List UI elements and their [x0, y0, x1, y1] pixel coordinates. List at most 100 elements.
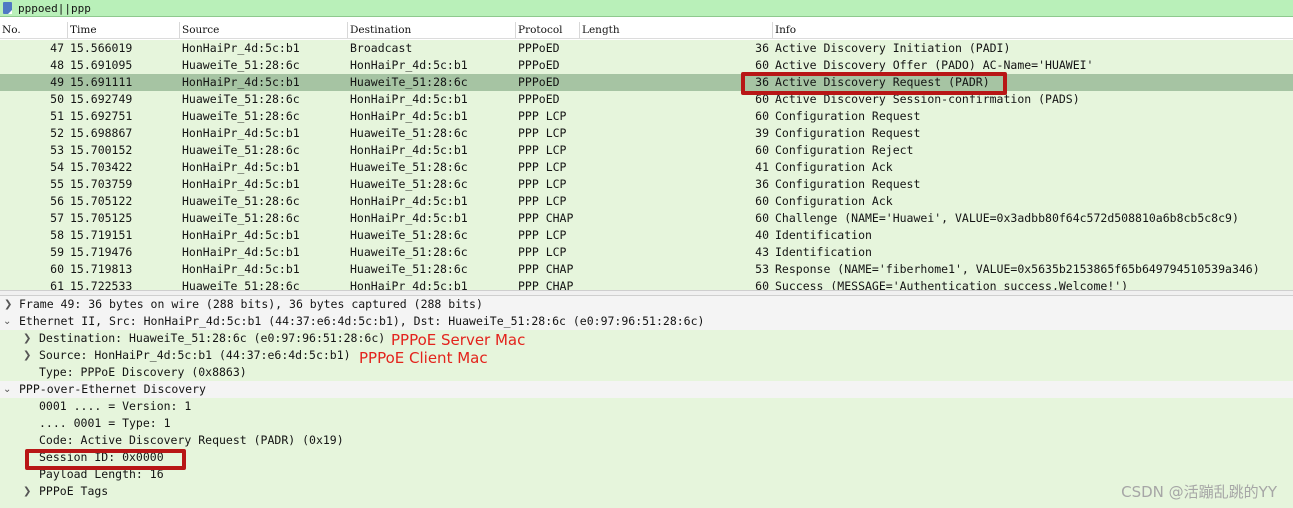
packet-list[interactable]: 47 15.566019 HonHaiPr_4d:5c:b1 Broadcast PPP…: [0, 40, 1293, 290]
packet-info: Active Discovery Initiation (PADI): [775, 41, 1011, 55]
packet-destination: HonHaiPr_4d:5c:b1: [350, 58, 468, 72]
watermark: CSDN @活蹦乱跳的YY: [1121, 483, 1277, 501]
chevron-down-icon[interactable]: ⌄: [3, 313, 11, 330]
display-filter-input[interactable]: pppoed||ppp: [18, 1, 91, 16]
packet-row[interactable]: 48 15.691095 HuaweiTe_51:28:6c HonHaiPr_4d:…: [0, 57, 1293, 74]
packet-time: 15.719813: [70, 262, 133, 276]
packet-time: 15.691111: [70, 75, 133, 89]
tree-item-eth-type-label: Type: PPPoE Discovery (0x8863): [39, 365, 247, 379]
packet-length: 40: [755, 228, 769, 242]
tree-item-code-label: Code: Active Discovery Request (PADR) (0…: [39, 433, 344, 447]
tree-item-pppoe-tags[interactable]: ❯ PPPoE Tags: [0, 483, 1293, 508]
packet-row[interactable]: 59 15.719476 HonHaiPr_4d:5c:b1 HuaweiTe_51:…: [0, 244, 1293, 261]
tree-item-payload-length[interactable]: Payload Length: 16: [0, 466, 1293, 483]
packet-row[interactable]: 49 15.691111 HonHaiPr_4d:5c:b1 HuaweiTe_51:…: [0, 74, 1293, 91]
packet-row[interactable]: 51 15.692751 HuaweiTe_51:28:6c HonHaiPr_4d:…: [0, 108, 1293, 125]
packet-protocol: PPP CHAP: [518, 279, 574, 290]
column-header-protocol[interactable]: Protocol: [516, 22, 580, 38]
packet-source: HonHaiPr_4d:5c:b1: [182, 41, 300, 55]
packet-protocol: PPP LCP: [518, 109, 567, 123]
packet-row[interactable]: 55 15.703759 HonHaiPr_4d:5c:b1 HuaweiTe_51:…: [0, 176, 1293, 193]
chevron-right-icon[interactable]: ❯: [23, 483, 31, 500]
display-filter-bar[interactable]: pppoed||ppp: [0, 0, 1293, 17]
packet-info: Success (MESSAGE='Authentication success…: [775, 279, 1129, 290]
packet-time: 15.705122: [70, 194, 133, 208]
column-header-time[interactable]: Time: [68, 22, 180, 38]
packet-destination: HonHaiPr_4d:5c:b1: [350, 92, 468, 106]
tree-item-eth-source[interactable]: ❯ Source: HonHaiPr_4d:5c:b1 (44:37:e6:4d…: [0, 347, 1293, 364]
column-header-no[interactable]: No.: [0, 22, 68, 38]
packet-time: 15.705125: [70, 211, 133, 225]
tree-item-frame[interactable]: ❯ Frame 49: 36 bytes on wire (288 bits),…: [0, 296, 1293, 313]
tree-item-type-label: .... 0001 = Type: 1: [39, 416, 171, 430]
packet-row[interactable]: 57 15.705125 HuaweiTe_51:28:6c HonHaiPr_4d:…: [0, 210, 1293, 227]
packet-time: 15.719476: [70, 245, 133, 259]
column-header-info[interactable]: Info: [773, 22, 1293, 38]
packet-row[interactable]: 52 15.698867 HonHaiPr_4d:5c:b1 HuaweiTe_51:…: [0, 125, 1293, 142]
tree-item-code[interactable]: Code: Active Discovery Request (PADR) (0…: [0, 432, 1293, 449]
packet-time: 15.691095: [70, 58, 133, 72]
chevron-down-icon[interactable]: ⌄: [3, 381, 11, 398]
tree-item-ethernet[interactable]: ⌄ Ethernet II, Src: HonHaiPr_4d:5c:b1 (4…: [0, 313, 1293, 330]
column-header-length[interactable]: Length: [580, 22, 773, 38]
packet-row[interactable]: 61 15.722533 HuaweiTe_51:28:6c HonHaiPr_4d:…: [0, 278, 1293, 290]
packet-time: 15.566019: [70, 41, 133, 55]
tree-item-eth-type[interactable]: Type: PPPoE Discovery (0x8863): [0, 364, 1293, 381]
tree-item-session-id[interactable]: Session ID: 0x0000: [0, 449, 1293, 466]
packet-no: 50: [50, 92, 64, 106]
chevron-right-icon[interactable]: ❯: [23, 347, 31, 364]
chevron-right-icon[interactable]: ❯: [4, 296, 12, 313]
packet-info: Configuration Request: [775, 126, 921, 140]
packet-row[interactable]: 56 15.705122 HuaweiTe_51:28:6c HonHaiPr_4d:…: [0, 193, 1293, 210]
packet-time: 15.722533: [70, 279, 133, 290]
packet-destination: HonHaiPr_4d:5c:b1: [350, 211, 468, 225]
packet-row[interactable]: 53 15.700152 HuaweiTe_51:28:6c HonHaiPr_4d:…: [0, 142, 1293, 159]
tree-item-pppoe-tags-label: PPPoE Tags: [39, 484, 109, 498]
packet-row[interactable]: 58 15.719151 HonHaiPr_4d:5c:b1 HuaweiTe_51:…: [0, 227, 1293, 244]
packet-length: 53: [755, 262, 769, 276]
packet-protocol: PPPoED: [518, 92, 560, 106]
bookmark-icon[interactable]: [3, 2, 12, 14]
packet-protocol: PPP LCP: [518, 126, 567, 140]
packet-protocol: PPPoED: [518, 75, 560, 89]
packet-row[interactable]: 54 15.703422 HonHaiPr_4d:5c:b1 HuaweiTe_51:…: [0, 159, 1293, 176]
packet-details-pane[interactable]: ❯ Frame 49: 36 bytes on wire (288 bits),…: [0, 296, 1293, 508]
packet-no: 60: [50, 262, 64, 276]
packet-protocol: PPP LCP: [518, 160, 567, 174]
chevron-right-icon[interactable]: ❯: [23, 330, 31, 347]
column-header-source[interactable]: Source: [180, 22, 348, 38]
packet-length: 60: [755, 109, 769, 123]
tree-item-eth-destination[interactable]: ❯ Destination: HuaweiTe_51:28:6c (e0:97:…: [0, 330, 1293, 347]
tree-item-pppoe[interactable]: ⌄ PPP-over-Ethernet Discovery: [0, 381, 1293, 398]
packet-no: 47: [50, 41, 64, 55]
packet-info: Challenge (NAME='Huawei', VALUE=0x3adbb8…: [775, 211, 1239, 225]
packet-no: 61: [50, 279, 64, 290]
packet-length: 60: [755, 211, 769, 225]
packet-no: 56: [50, 194, 64, 208]
packet-protocol: PPP CHAP: [518, 211, 574, 225]
packet-no: 57: [50, 211, 64, 225]
packet-row[interactable]: 47 15.566019 HonHaiPr_4d:5c:b1 Broadcast PPP…: [0, 40, 1293, 57]
packet-info: Identification: [775, 245, 872, 259]
packet-destination: HuaweiTe_51:28:6c: [350, 75, 468, 89]
packet-row[interactable]: 60 15.719813 HonHaiPr_4d:5c:b1 HuaweiTe_51:…: [0, 261, 1293, 278]
packet-row[interactable]: 50 15.692749 HuaweiTe_51:28:6c HonHaiPr_4d:…: [0, 91, 1293, 108]
tree-item-version[interactable]: 0001 .... = Version: 1: [0, 398, 1293, 415]
packet-no: 48: [50, 58, 64, 72]
packet-source: HonHaiPr_4d:5c:b1: [182, 245, 300, 259]
packet-time: 15.703422: [70, 160, 133, 174]
packet-destination: HonHaiPr_4d:5c:b1: [350, 143, 468, 157]
tree-item-type[interactable]: .... 0001 = Type: 1: [0, 415, 1293, 432]
packet-length: 60: [755, 279, 769, 290]
packet-length: 36: [755, 41, 769, 55]
session-id-highlight: [25, 449, 186, 470]
packet-time: 15.719151: [70, 228, 133, 242]
annotation-server-mac: PPPoE Server Mac: [391, 331, 526, 349]
packet-source: HuaweiTe_51:28:6c: [182, 211, 300, 225]
packet-source: HonHaiPr_4d:5c:b1: [182, 228, 300, 242]
packet-info: Response (NAME='fiberhome1', VALUE=0x563…: [775, 262, 1260, 276]
packet-time: 15.703759: [70, 177, 133, 191]
column-header-destination[interactable]: Destination: [348, 22, 516, 38]
tree-item-eth-source-label: Source: HonHaiPr_4d:5c:b1 (44:37:e6:4d:5…: [39, 348, 351, 362]
tree-item-pppoe-label: PPP-over-Ethernet Discovery: [19, 382, 206, 396]
